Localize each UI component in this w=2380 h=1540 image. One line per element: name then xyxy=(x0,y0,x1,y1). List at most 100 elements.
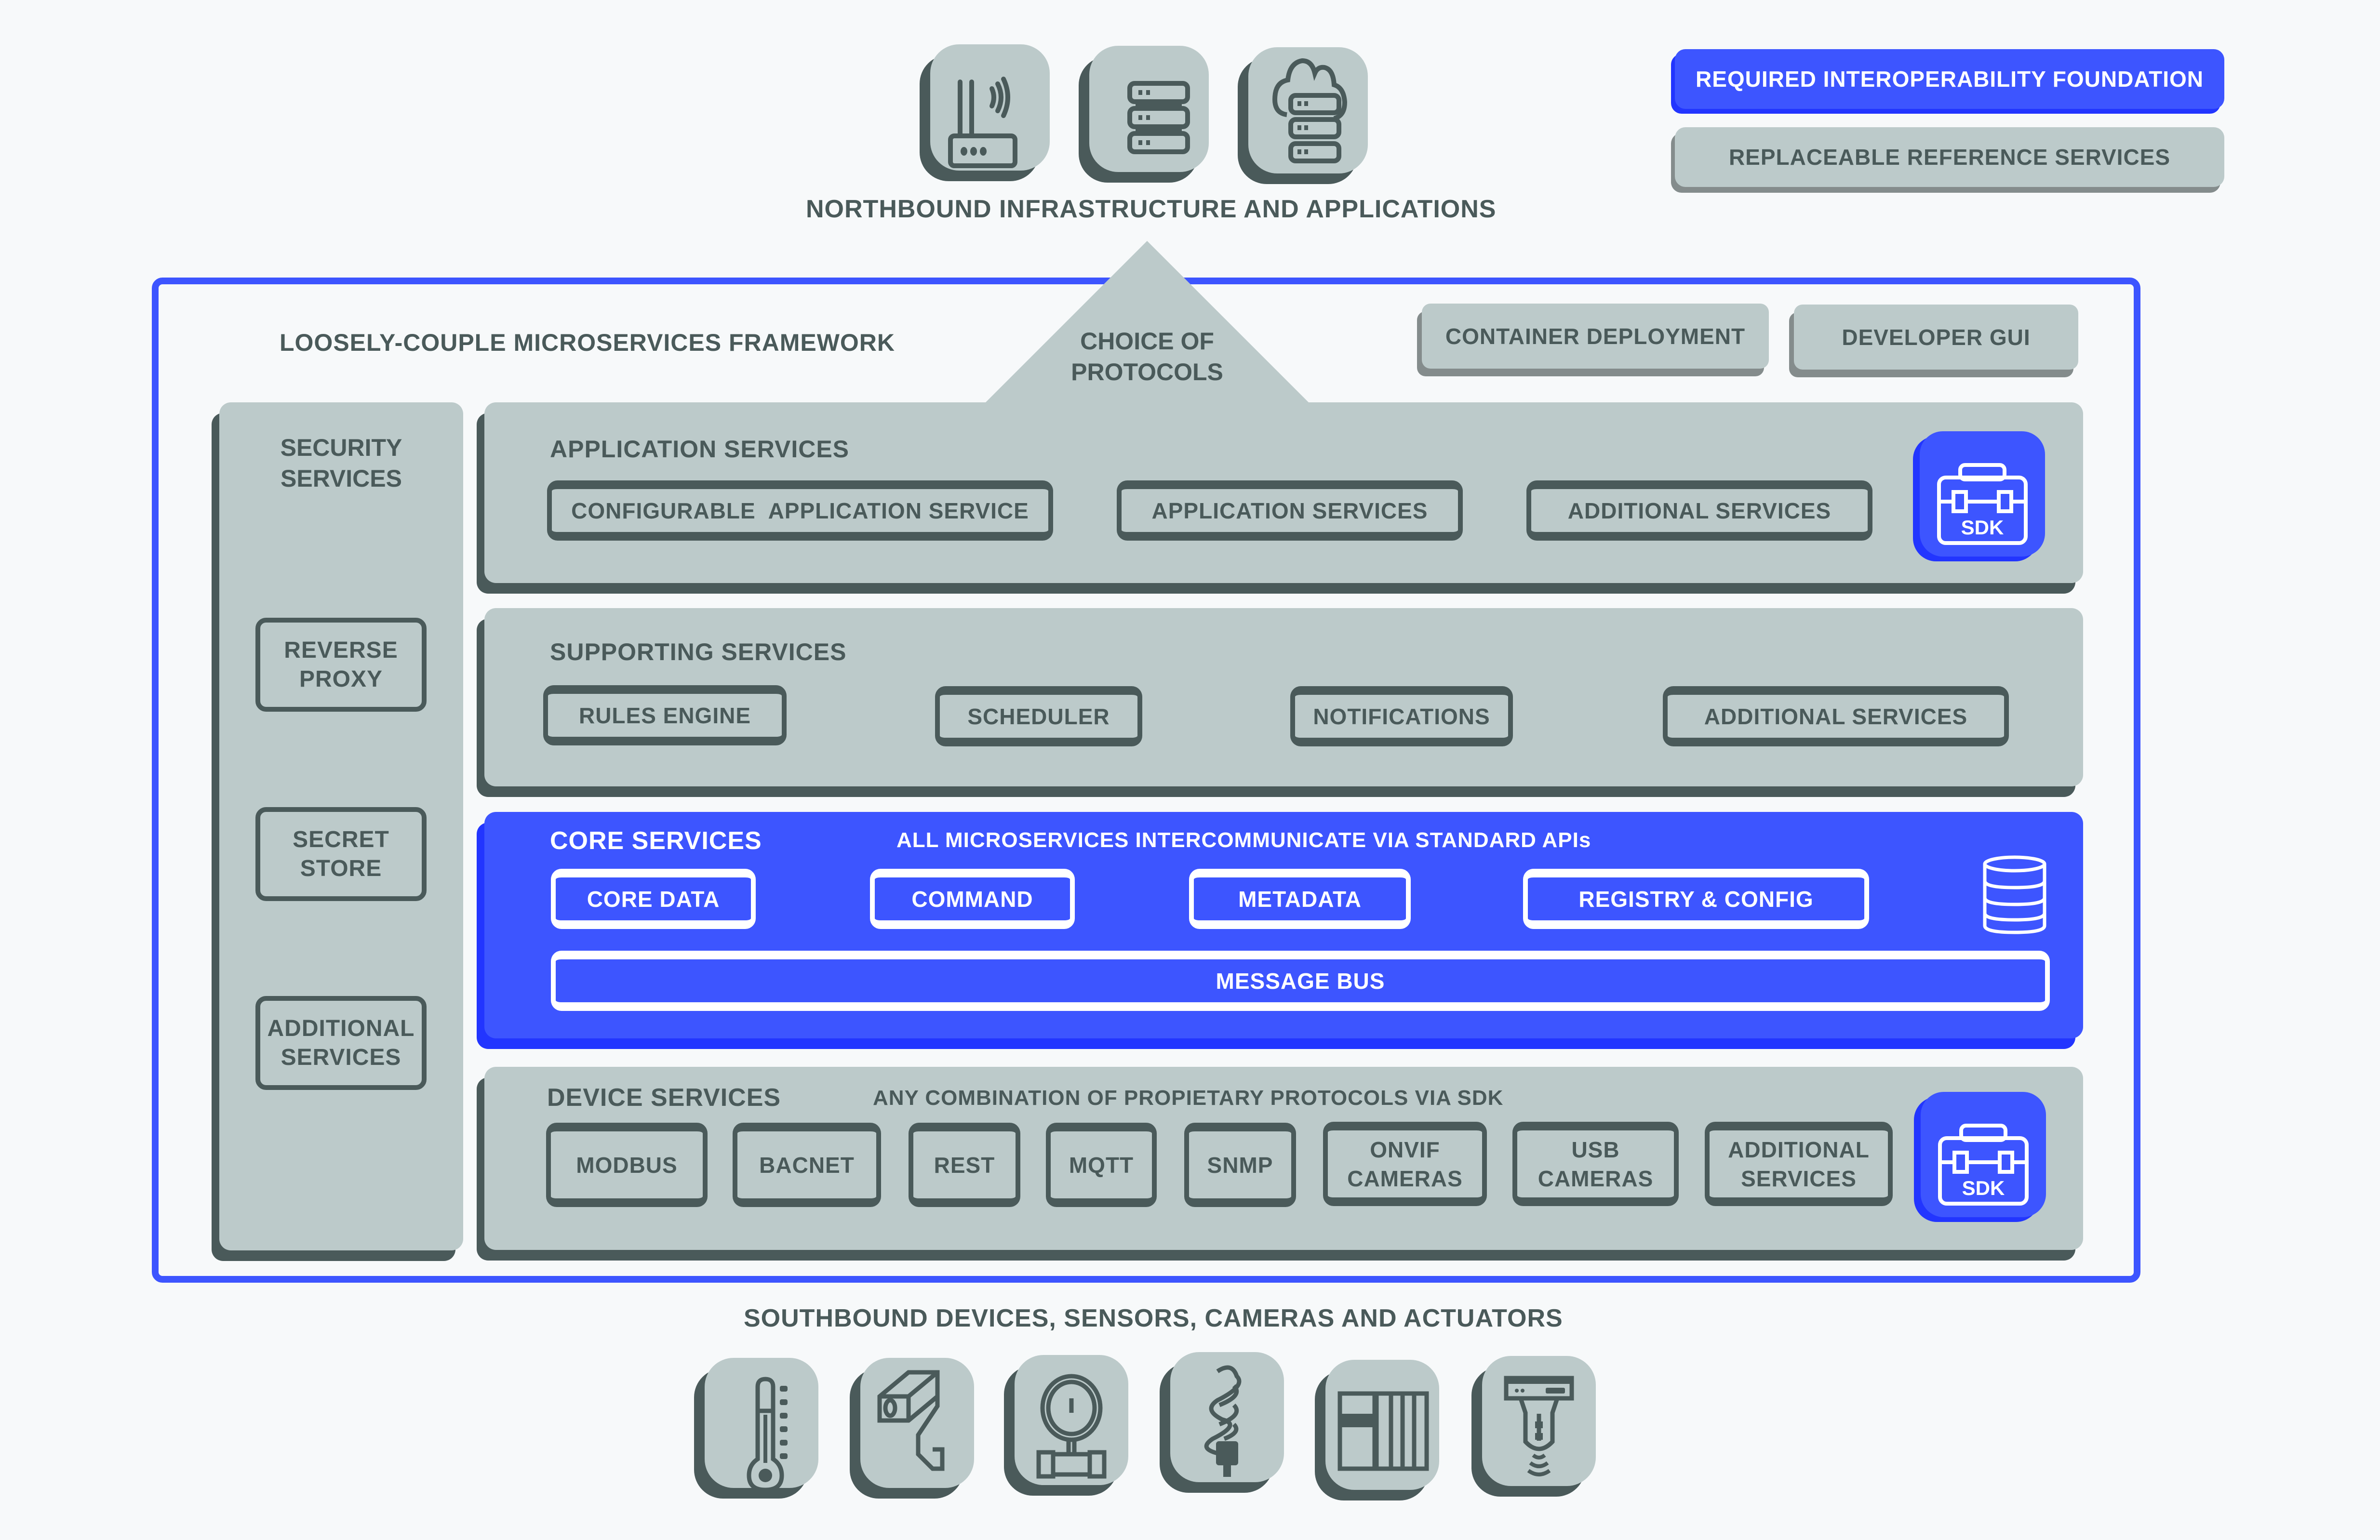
metadata-label: METADATA xyxy=(1238,886,1362,912)
security-additional-line1: ADDITIONAL xyxy=(267,1015,415,1041)
legend-replaceable: REPLACEABLE REFERENCE SERVICES xyxy=(1675,127,2224,187)
configurable-application-service-label: CONFIGURABLE APPLICATION SERVICE xyxy=(571,498,1029,523)
protocols-line1: CHOICE OF xyxy=(1080,328,1214,355)
database-icon xyxy=(1983,855,2046,934)
core-data-label: CORE DATA xyxy=(587,886,720,912)
modbus-label: MODBUS xyxy=(576,1152,678,1178)
device-services-layer: DEVICE SERVICES ANY COMBINATION OF PROPI… xyxy=(484,1067,2083,1250)
cloud-server-tile xyxy=(1248,47,1368,173)
reverse-proxy-box: REVERSE PROXY xyxy=(255,618,427,712)
application-services-layer: APPLICATION SERVICES CONFIGURABLE APPLIC… xyxy=(484,402,2083,583)
rules-engine-box: RULES ENGINE xyxy=(543,685,787,745)
core-services-subtitle: ALL MICROSERVICES INTERCOMMUNICATE VIA S… xyxy=(896,828,1591,852)
scheduler-label: SCHEDULER xyxy=(967,704,1110,729)
reverse-proxy-line1: REVERSE xyxy=(284,637,398,663)
notifications-label: NOTIFICATIONS xyxy=(1313,704,1490,729)
bacnet-label: BACNET xyxy=(759,1152,855,1178)
choice-of-protocols-label: CHOICE OF PROTOCOLS xyxy=(1051,326,1243,387)
pressure-gauge-icon xyxy=(1036,1374,1107,1479)
onvif-label-line1: ONVIF xyxy=(1370,1137,1440,1162)
router-tile xyxy=(930,44,1050,171)
plc-tile xyxy=(1325,1360,1439,1490)
app-additional-services-box: ADDITIONAL SERVICES xyxy=(1526,480,1872,541)
camera-tile xyxy=(860,1358,974,1488)
supporting-additional-services-box: ADDITIONAL SERVICES xyxy=(1663,686,2009,746)
legend-required-label: REQUIRED INTEROPERABILITY FOUNDATION xyxy=(1696,66,2204,92)
command-label: COMMAND xyxy=(911,886,1033,912)
onvif-label-line2: CAMERAS xyxy=(1347,1166,1463,1191)
device-additional-services-box: ADDITIONAL SERVICES xyxy=(1705,1122,1893,1206)
app-sdk-badge: SDK xyxy=(1920,431,2045,557)
framework-title: LOOSELY-COUPLE MICROSERVICES FRAMEWORK xyxy=(280,329,896,356)
app-sdk-label: SDK xyxy=(1961,516,2004,539)
southbound-label: SOUTHBOUND DEVICES, SENSORS, CAMERAS AND… xyxy=(744,1304,1563,1332)
device-services-title: DEVICE SERVICES xyxy=(547,1084,781,1112)
rules-engine-label: RULES ENGINE xyxy=(578,703,751,728)
application-services-box: APPLICATION SERVICES xyxy=(1117,480,1463,541)
security-additional-line2: SERVICES xyxy=(281,1044,401,1070)
rest-label: REST xyxy=(934,1152,995,1178)
device-additional-line2: SERVICES xyxy=(1741,1166,1857,1191)
usb-label-line1: USB xyxy=(1571,1137,1620,1162)
gauge-tile xyxy=(1015,1355,1128,1485)
snmp-label: SNMP xyxy=(1207,1152,1273,1178)
security-title-line2: SERVICES xyxy=(281,465,402,492)
device-sdk-label: SDK xyxy=(1962,1177,2005,1199)
registry-config-box: REGISTRY & CONFIG xyxy=(1523,869,1869,929)
reverse-proxy-line2: PROXY xyxy=(299,666,383,692)
rest-box: REST xyxy=(909,1123,1020,1207)
legend-replaceable-label: REPLACEABLE REFERENCE SERVICES xyxy=(1728,145,2171,170)
security-services-title: SECURITY SERVICES xyxy=(219,432,463,494)
application-services-title: APPLICATION SERVICES xyxy=(550,436,850,463)
device-sdk-badge: SDK xyxy=(1921,1092,2046,1217)
security-additional-services-box: ADDITIONAL SERVICES xyxy=(255,996,427,1090)
app-additional-services-label: ADDITIONAL SERVICES xyxy=(1567,498,1832,523)
sensor-tile xyxy=(1482,1356,1596,1486)
supporting-additional-services-label: ADDITIONAL SERVICES xyxy=(1704,704,1968,729)
secret-store-line1: SECRET xyxy=(293,826,389,852)
northbound-label: NORTHBOUND INFRASTRUCTURE AND APPLICATIO… xyxy=(806,195,1497,223)
protocols-line2: PROTOCOLS xyxy=(1071,358,1223,385)
message-bus-box: MESSAGE BUS xyxy=(551,951,2050,1011)
configurable-application-service-box: CONFIGURABLE APPLICATION SERVICE xyxy=(547,480,1053,541)
plc-controller-icon xyxy=(1337,1391,1429,1471)
toolbox-sdk-icon: SDK xyxy=(1938,1124,2029,1206)
notifications-box: NOTIFICATIONS xyxy=(1290,686,1513,746)
secret-store-line2: STORE xyxy=(300,855,382,881)
command-box: COMMAND xyxy=(870,869,1075,929)
bacnet-box: BACNET xyxy=(733,1123,881,1207)
security-title-line1: SECURITY xyxy=(280,434,402,461)
security-camera-icon xyxy=(877,1370,945,1471)
message-bus-label: MESSAGE BUS xyxy=(1216,968,1385,994)
core-data-box: CORE DATA xyxy=(551,869,756,929)
thermometer-tile xyxy=(705,1358,818,1488)
metadata-box: METADATA xyxy=(1189,869,1411,929)
application-services-item-label: APPLICATION SERVICES xyxy=(1151,498,1428,523)
supporting-services-title: SUPPORTING SERVICES xyxy=(550,638,847,665)
bulb-tile xyxy=(1170,1352,1284,1482)
device-services-subtitle: ANY COMBINATION OF PROPIETARY PROTOCOLS … xyxy=(873,1086,1504,1110)
device-additional-line1: ADDITIONAL xyxy=(1728,1137,1870,1162)
onvif-cameras-box: ONVIF CAMERAS xyxy=(1323,1122,1487,1206)
sensor-actuator-icon xyxy=(1504,1376,1574,1476)
security-services-panel: SECURITY SERVICES REVERSE PROXY SECRET STO… xyxy=(219,402,463,1250)
server-icon xyxy=(1127,81,1190,154)
mqtt-box: MQTT xyxy=(1046,1123,1157,1207)
core-services-title: CORE SERVICES xyxy=(550,827,762,855)
usb-cameras-box: USB CAMERAS xyxy=(1512,1122,1679,1206)
usb-label-line2: CAMERAS xyxy=(1538,1166,1654,1191)
secret-store-box: SECRET STORE xyxy=(255,807,427,901)
supporting-services-layer: SUPPORTING SERVICES RULES ENGINE SCHEDUL… xyxy=(484,608,2083,786)
router-icon xyxy=(948,77,1017,168)
toolbox-sdk-icon: SDK xyxy=(1937,463,2028,545)
server-tile xyxy=(1089,46,1209,172)
developer-gui-label: DEVELOPER GUI xyxy=(1842,324,2031,350)
legend-required: REQUIRED INTEROPERABILITY FOUNDATION xyxy=(1675,49,2224,109)
developer-gui-box: DEVELOPER GUI xyxy=(1794,305,2078,370)
light-bulb-icon xyxy=(1204,1365,1242,1477)
mqtt-label: MQTT xyxy=(1069,1152,1134,1178)
core-services-layer: CORE SERVICES ALL MICROSERVICES INTERCOM… xyxy=(484,812,2083,1038)
thermometer-icon xyxy=(747,1377,788,1488)
container-deployment-label: CONTAINER DEPLOYMENT xyxy=(1445,323,1746,349)
cloud-server-icon xyxy=(1272,58,1348,163)
